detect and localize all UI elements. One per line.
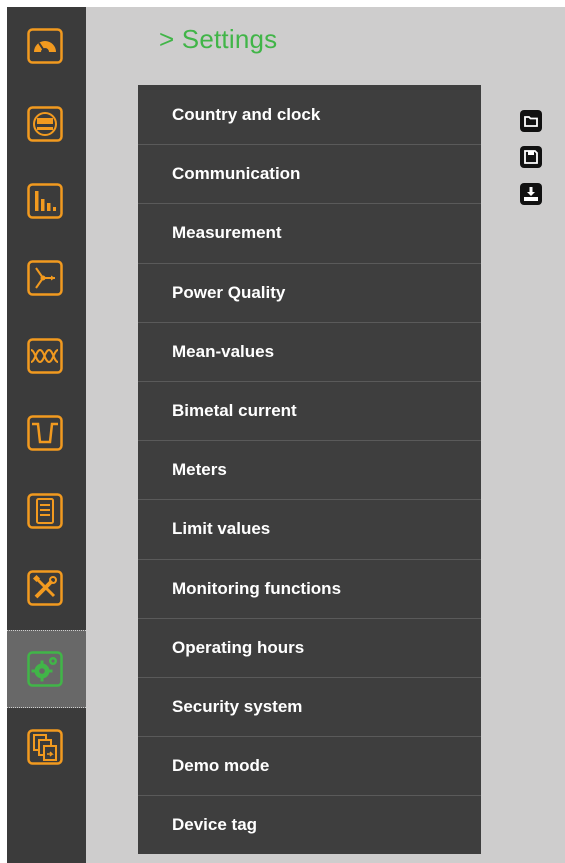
- vector-diagram-icon: [27, 260, 63, 296]
- menu-item-mean-values[interactable]: Mean-values: [138, 321, 481, 381]
- page-title: > Settings: [159, 24, 278, 54]
- main-panel: > Settings Country and clock Communicati…: [86, 7, 565, 863]
- menu-item-device-tag[interactable]: Device tag: [138, 795, 481, 854]
- menu-item-power-quality[interactable]: Power Quality: [138, 262, 481, 322]
- nav-vector-diagram-button[interactable]: [23, 256, 67, 300]
- settings-gears-icon: [27, 651, 63, 687]
- nav-meter-display-button[interactable]: [23, 102, 67, 146]
- nav-event-button[interactable]: [23, 411, 67, 455]
- nav-gauge-button[interactable]: [23, 24, 67, 68]
- menu-item-meters[interactable]: Meters: [138, 440, 481, 499]
- waveform-icon: [27, 338, 63, 374]
- download-icon: [520, 183, 542, 205]
- menu-item-communication[interactable]: Communication: [138, 144, 481, 203]
- nav-waveform-button[interactable]: [23, 334, 67, 378]
- bar-chart-icon: [27, 183, 63, 219]
- tools-icon: [27, 570, 63, 606]
- event-dip-icon: [27, 415, 63, 451]
- menu-item-operating-hours[interactable]: Operating hours: [138, 617, 481, 677]
- menu-item-country-and-clock[interactable]: Country and clock: [138, 85, 481, 144]
- save-disk-icon: [520, 146, 542, 168]
- menu-item-measurement[interactable]: Measurement: [138, 203, 481, 262]
- app-frame: > Settings Country and clock Communicati…: [0, 0, 565, 863]
- download-button[interactable]: [519, 182, 543, 206]
- menu-item-limit-values[interactable]: Limit values: [138, 499, 481, 558]
- list-document-icon: [27, 493, 63, 529]
- save-button[interactable]: [519, 145, 543, 169]
- menu-item-demo-mode[interactable]: Demo mode: [138, 736, 481, 795]
- open-folder-button[interactable]: [519, 109, 543, 133]
- open-folder-icon: [520, 110, 542, 132]
- nav-list-button[interactable]: [23, 489, 67, 533]
- menu-item-security-system[interactable]: Security system: [138, 676, 481, 736]
- meter-display-icon: [27, 106, 63, 142]
- nav-copy-button[interactable]: [23, 725, 67, 769]
- menu-item-monitoring-functions[interactable]: Monitoring functions: [138, 558, 481, 618]
- nav-bar-chart-button[interactable]: [23, 179, 67, 223]
- sidebar-nav: [7, 7, 86, 863]
- nav-tools-button[interactable]: [23, 566, 67, 610]
- nav-settings-button[interactable]: [23, 647, 67, 691]
- copy-documents-icon: [27, 729, 63, 765]
- settings-menu: Country and clock Communication Measurem…: [138, 85, 481, 855]
- gauge-icon: [27, 28, 63, 64]
- menu-item-bimetal-current[interactable]: Bimetal current: [138, 380, 481, 440]
